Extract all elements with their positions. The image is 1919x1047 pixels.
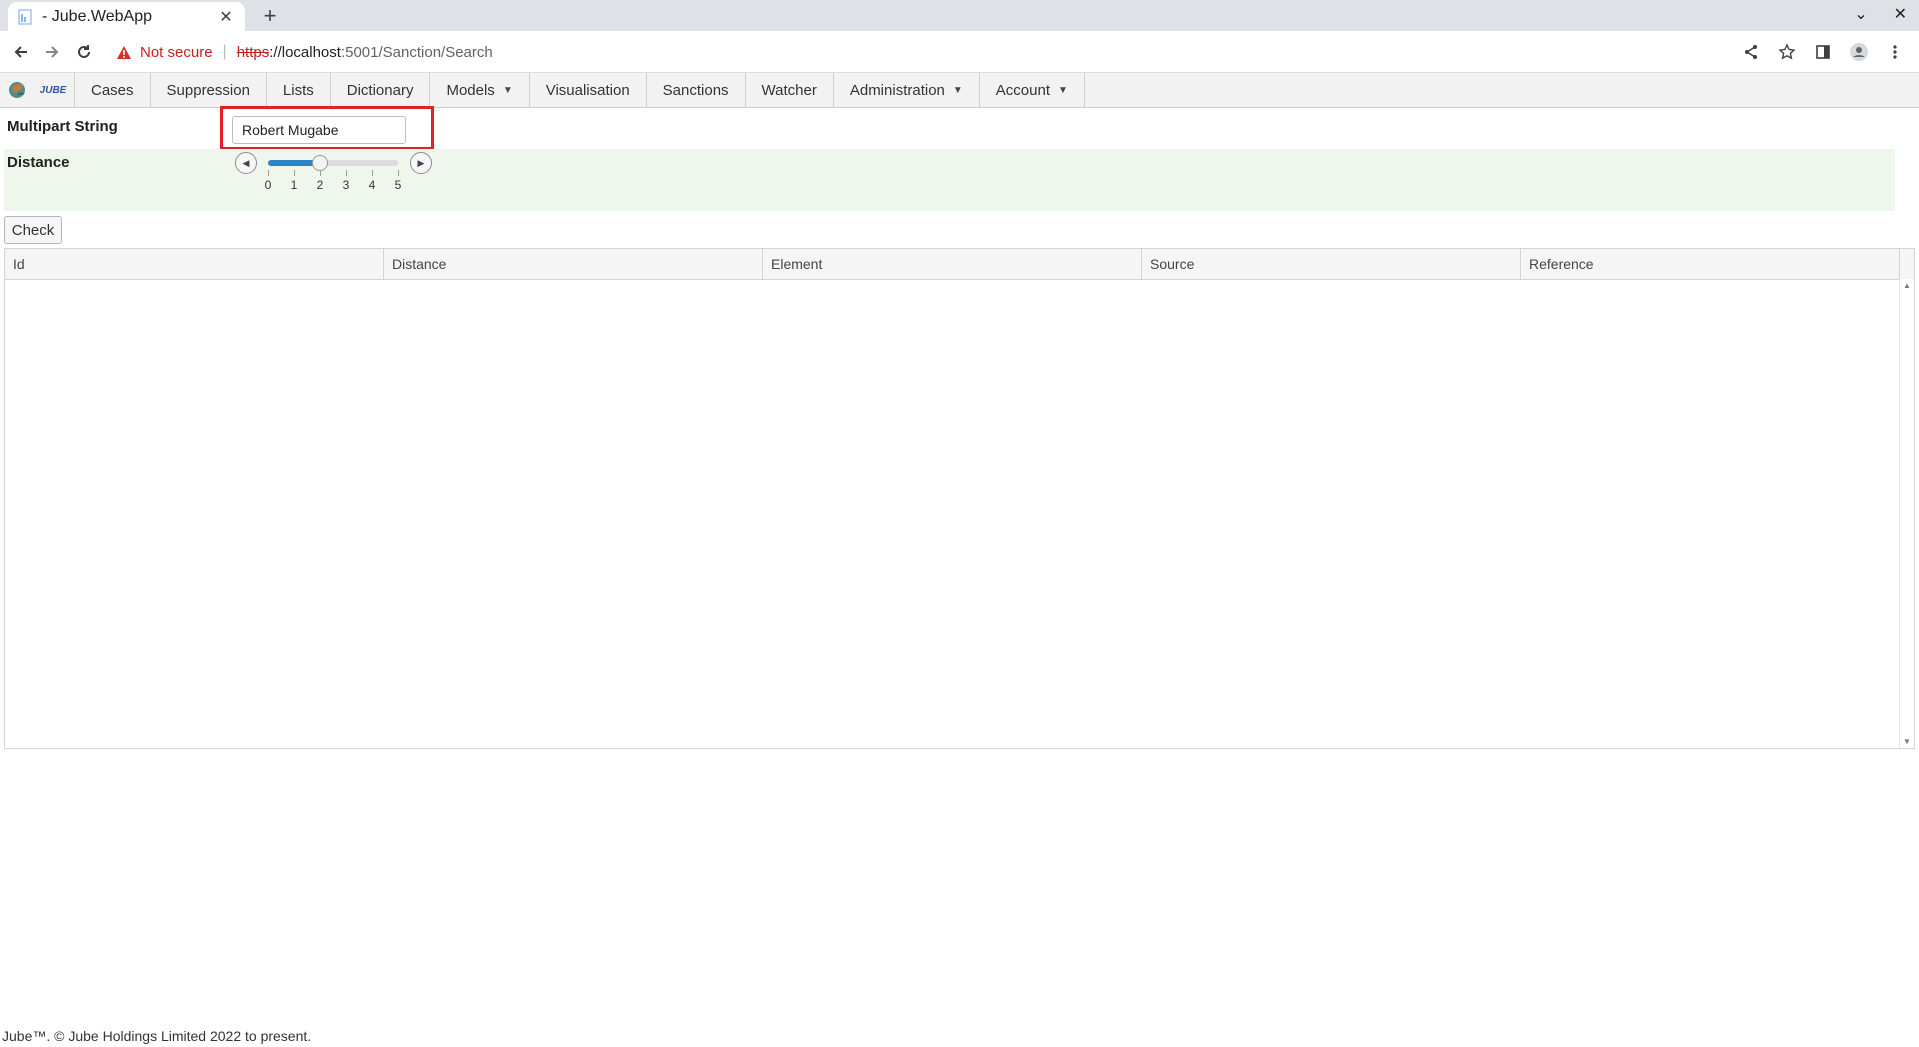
- nav-sanctions[interactable]: Sanctions: [647, 73, 746, 107]
- grid-scroll-corner: [1899, 249, 1914, 279]
- distance-slider-thumb[interactable]: [312, 155, 328, 171]
- browser-toolbar: Not secure | https://localhost:5001/Sanc…: [0, 31, 1919, 73]
- arrow-right-icon: [46, 46, 59, 58]
- column-header-element[interactable]: Element: [763, 249, 1142, 279]
- scroll-down-icon[interactable]: ▼: [1900, 737, 1914, 746]
- grid-header: Id Distance Element Source Reference: [5, 249, 1900, 280]
- grid-vertical-scrollbar[interactable]: ▲ ▼: [1899, 279, 1914, 748]
- bookmark-star-icon[interactable]: [1775, 40, 1799, 64]
- nav-cases[interactable]: Cases: [75, 73, 151, 107]
- column-header-reference[interactable]: Reference: [1521, 249, 1900, 279]
- slider-tick-label: 4: [368, 178, 376, 192]
- window-controls: ⌄ ✕: [1854, 4, 1907, 24]
- nav-label: Suppression: [166, 81, 250, 99]
- slider-tick-label: 0: [264, 178, 272, 192]
- nav-label: Models: [446, 81, 495, 99]
- triangle-right-icon: ▶: [417, 157, 425, 168]
- nav-visualisation[interactable]: Visualisation: [530, 73, 647, 107]
- slider-increment-button[interactable]: ▶: [410, 152, 432, 174]
- slider-decrement-button[interactable]: ◀: [235, 152, 257, 174]
- nav-watcher[interactable]: Watcher: [746, 73, 834, 107]
- distance-label: Distance: [7, 154, 70, 171]
- nav-dictionary[interactable]: Dictionary: [331, 73, 431, 107]
- nav-label: Visualisation: [545, 81, 630, 99]
- menu-dots-icon[interactable]: [1883, 40, 1907, 64]
- slider-tick: [398, 170, 399, 176]
- forward-button[interactable]: [40, 40, 64, 64]
- nav-label: Administration: [849, 81, 945, 99]
- profile-avatar-icon[interactable]: [1847, 40, 1871, 64]
- nav-label: Sanctions: [662, 81, 729, 99]
- slider-tick-label: 5: [394, 178, 402, 192]
- url-separator: |: [222, 43, 227, 60]
- slider-tick-label: 2: [316, 178, 324, 192]
- nav-label: Dictionary: [346, 81, 414, 99]
- back-button[interactable]: [9, 40, 33, 64]
- reload-button[interactable]: [72, 40, 96, 64]
- nav-models[interactable]: Models ▼: [430, 73, 530, 107]
- browser-actions: [1739, 40, 1907, 64]
- side-panel-icon[interactable]: [1811, 40, 1835, 64]
- logo-text: JUBE: [39, 84, 67, 96]
- multipart-string-label: Multipart String: [7, 118, 118, 135]
- nav-lists[interactable]: Lists: [267, 73, 331, 107]
- arrow-left-icon: [14, 46, 27, 58]
- main-navigation: JUBE Cases Suppression Lists Dictionary …: [0, 73, 1919, 108]
- check-button[interactable]: Check: [4, 216, 62, 244]
- close-window-icon[interactable]: ✕: [1894, 4, 1907, 24]
- minimize-icon[interactable]: ⌄: [1854, 4, 1867, 24]
- nav-label: Cases: [91, 81, 134, 99]
- slider-tick: [346, 170, 347, 176]
- tab-title: - Jube.WebApp: [42, 8, 152, 25]
- page-icon: [18, 9, 32, 25]
- url-bar[interactable]: Not secure | https://localhost:5001/Sanc…: [106, 36, 1746, 68]
- slider-tick: [268, 170, 269, 176]
- caret-down-icon: ▼: [1058, 84, 1068, 96]
- nav-suppression[interactable]: Suppression: [151, 73, 267, 107]
- nav-account[interactable]: Account ▼: [980, 73, 1085, 107]
- caret-down-icon: ▼: [502, 84, 513, 96]
- triangle-left-icon: ◀: [242, 157, 250, 168]
- column-header-id[interactable]: Id: [5, 249, 384, 279]
- url-scheme: https: [236, 43, 270, 61]
- caret-down-icon: ▼: [952, 84, 963, 96]
- nav-label: Account: [995, 81, 1050, 99]
- results-grid: Id Distance Element Source Reference ▲ ▼: [4, 248, 1915, 749]
- highlight-annotation: [220, 106, 434, 150]
- slider-tick: [372, 170, 373, 176]
- url-host: ://localhost: [269, 43, 341, 61]
- browser-tab[interactable]: - Jube.WebApp ✕: [8, 2, 245, 32]
- new-tab-button[interactable]: +: [258, 4, 282, 28]
- share-icon[interactable]: [1739, 40, 1763, 64]
- column-header-distance[interactable]: Distance: [384, 249, 763, 279]
- reload-icon: [78, 45, 90, 58]
- security-status[interactable]: Not secure: [140, 44, 213, 61]
- footer-copyright: Jube™. © Jube Holdings Limited 2022 to p…: [2, 1028, 312, 1044]
- scroll-up-icon[interactable]: ▲: [1900, 281, 1914, 290]
- browser-tabstrip: - Jube.WebApp ✕ + ⌄ ✕: [0, 0, 1919, 32]
- slider-tick-label: 1: [290, 178, 298, 192]
- slider-tick: [294, 170, 295, 176]
- jube-logo[interactable]: JUBE: [0, 73, 75, 107]
- close-tab-icon[interactable]: ✕: [217, 7, 235, 27]
- url-path: :5001/Sanction/Search: [340, 43, 493, 61]
- column-header-source[interactable]: Source: [1142, 249, 1521, 279]
- warning-icon: [117, 45, 131, 59]
- slider-tick-label: 3: [342, 178, 350, 192]
- nav-label: Watcher: [761, 81, 817, 99]
- nav-administration[interactable]: Administration ▼: [834, 73, 980, 107]
- nav-label: Lists: [282, 81, 314, 99]
